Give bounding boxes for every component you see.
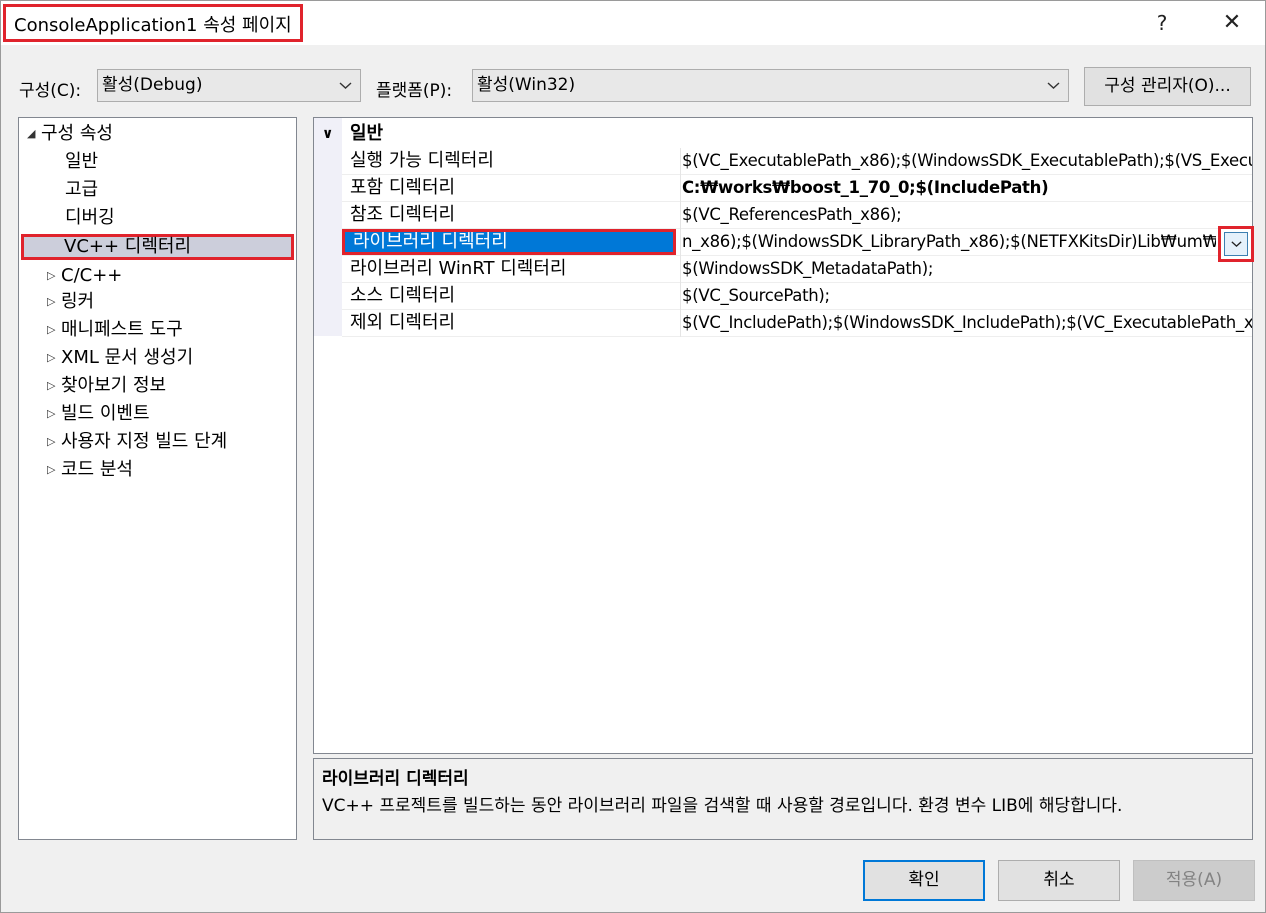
column-divider bbox=[680, 148, 681, 175]
property-name: 라이브러리 WinRT 디렉터리 bbox=[350, 258, 567, 279]
property-row-include-dirs[interactable]: 포함 디렉터리 C:₩works₩boost_1_70_0;$(IncludeP… bbox=[342, 175, 1252, 202]
title-bar: ConsoleApplication1 속성 페이지 ? ✕ bbox=[1, 1, 1265, 45]
column-divider bbox=[680, 202, 681, 229]
collapsed-arrow-icon[interactable]: ▷ bbox=[47, 457, 61, 483]
collapsed-arrow-icon[interactable]: ▷ bbox=[47, 317, 61, 343]
collapsed-arrow-icon[interactable]: ▷ bbox=[47, 345, 61, 371]
property-row-library-dirs[interactable]: 라이브러리 디렉터리 n_x86);$(WindowsSDK_LibraryPa… bbox=[342, 229, 1252, 256]
collapsed-arrow-icon[interactable]: ▷ bbox=[47, 373, 61, 399]
config-combo-value: 활성(Debug) bbox=[102, 75, 203, 95]
property-row-executable-dirs[interactable]: 실행 가능 디렉터리 $(VC_ExecutablePath_x86);$(Wi… bbox=[342, 148, 1252, 175]
tree-item-vc-directories[interactable]: VC++ 디렉터리 bbox=[21, 234, 294, 260]
property-name: 포함 디렉터리 bbox=[350, 177, 456, 198]
tree-item-cpp[interactable]: ▷ C/C++ bbox=[47, 263, 122, 289]
tree-item-code-analysis[interactable]: ▷ 코드 분석 bbox=[47, 457, 133, 483]
property-grid[interactable]: ∨ 일반 실행 가능 디렉터리 $(VC_ExecutablePath_x86)… bbox=[313, 117, 1254, 754]
config-label: 구성(C): bbox=[19, 81, 82, 101]
window-title: ConsoleApplication1 속성 페이지 bbox=[3, 4, 303, 42]
property-name: 소스 디렉터리 bbox=[350, 285, 456, 306]
tree-item-advanced[interactable]: 고급 bbox=[65, 177, 98, 203]
tree-item-label: 링커 bbox=[61, 291, 95, 312]
tree-item-debugging[interactable]: 디버깅 bbox=[65, 205, 115, 231]
chevron-down-icon[interactable] bbox=[1224, 232, 1248, 256]
property-name: 라이브러리 디렉터리 bbox=[342, 229, 676, 255]
help-icon[interactable]: ? bbox=[1139, 1, 1185, 45]
tree-root-config-properties[interactable]: ◢ 구성 속성 bbox=[27, 121, 113, 147]
tree-item-linker[interactable]: ▷ 링커 bbox=[47, 289, 94, 315]
value-dropdown-button[interactable] bbox=[1218, 226, 1254, 262]
collapsed-arrow-icon[interactable]: ▷ bbox=[47, 289, 61, 315]
ok-button[interactable]: 확인 bbox=[863, 860, 985, 901]
tree-item-label: C/C++ bbox=[61, 265, 123, 286]
config-combo[interactable]: 활성(Debug) bbox=[97, 69, 361, 102]
property-name: 제외 디렉터리 bbox=[350, 312, 456, 333]
column-divider bbox=[680, 229, 681, 256]
tree-item-custom-build-step[interactable]: ▷ 사용자 지정 빌드 단계 bbox=[47, 429, 227, 455]
collapsed-arrow-icon[interactable]: ▷ bbox=[47, 429, 61, 455]
category-label: 일반 bbox=[350, 123, 384, 144]
description-text: VC++ 프로젝트를 빌드하는 동안 라이브러리 파일을 검색할 때 사용할 경… bbox=[322, 796, 1123, 816]
property-value[interactable]: $(VC_IncludePath);$(WindowsSDK_IncludePa… bbox=[682, 310, 1252, 336]
column-divider bbox=[680, 283, 681, 310]
property-row-reference-dirs[interactable]: 참조 디렉터리 $(VC_ReferencesPath_x86); bbox=[342, 202, 1252, 229]
property-value[interactable]: n_x86);$(WindowsSDK_LibraryPath_x86);$(N… bbox=[682, 232, 1216, 251]
property-name: 참조 디렉터리 bbox=[350, 204, 456, 225]
column-divider bbox=[680, 310, 681, 337]
config-manager-button[interactable]: 구성 관리자(O)... bbox=[1084, 67, 1251, 106]
tree-item-label: 찾아보기 정보 bbox=[61, 375, 167, 396]
cancel-button[interactable]: 취소 bbox=[998, 860, 1120, 901]
property-value[interactable]: C:₩works₩boost_1_70_0;$(IncludePath) bbox=[682, 175, 1252, 201]
description-panel: 라이브러리 디렉터리 VC++ 프로젝트를 빌드하는 동안 라이브러리 파일을 … bbox=[313, 758, 1253, 840]
property-tree[interactable]: ◢ 구성 속성 일반 고급 디버깅 VC++ 디렉터리 ▷ C/C++ ▷ 링커 ▷ 매… bbox=[18, 117, 297, 840]
grid-gutter bbox=[314, 118, 342, 336]
tree-item-label: 구성 속성 bbox=[41, 123, 113, 144]
column-divider bbox=[680, 175, 681, 202]
tree-item-label: 사용자 지정 빌드 단계 bbox=[61, 431, 228, 452]
property-value[interactable]: $(VC_ReferencesPath_x86); bbox=[682, 202, 1252, 228]
property-row-winrt-library-dirs[interactable]: 라이브러리 WinRT 디렉터리 $(WindowsSDK_MetadataPa… bbox=[342, 256, 1252, 283]
description-title: 라이브러리 디렉터리 bbox=[322, 769, 469, 789]
category-general[interactable]: ∨ 일반 bbox=[314, 121, 1252, 147]
tree-item-label: 코드 분석 bbox=[61, 459, 133, 480]
tree-item-xml-doc-generator[interactable]: ▷ XML 문서 생성기 bbox=[47, 345, 193, 371]
property-row-exclude-dirs[interactable]: 제외 디렉터리 $(VC_IncludePath);$(WindowsSDK_I… bbox=[342, 310, 1252, 337]
platform-combo[interactable]: 활성(Win32) bbox=[472, 69, 1069, 102]
collapsed-arrow-icon[interactable]: ▷ bbox=[47, 401, 61, 427]
chevron-down-icon bbox=[1046, 70, 1060, 101]
chevron-down-icon[interactable]: ∨ bbox=[322, 121, 333, 147]
tree-item-label: 매니페스트 도구 bbox=[61, 319, 183, 340]
tree-item-manifest-tool[interactable]: ▷ 매니페스트 도구 bbox=[47, 317, 183, 343]
platform-label: 플랫폼(P): bbox=[376, 81, 453, 101]
property-value[interactable]: $(VC_ExecutablePath_x86);$(WindowsSDK_Ex… bbox=[682, 148, 1252, 174]
chevron-down-icon bbox=[338, 70, 352, 101]
expanded-arrow-icon[interactable]: ◢ bbox=[27, 121, 41, 147]
tree-item-general[interactable]: 일반 bbox=[65, 149, 98, 175]
apply-button[interactable]: 적용(A) bbox=[1133, 860, 1255, 901]
tree-item-label: VC++ 디렉터리 bbox=[64, 236, 192, 257]
close-icon[interactable]: ✕ bbox=[1209, 1, 1255, 45]
tree-item-label: XML 문서 생성기 bbox=[61, 347, 194, 368]
tree-item-build-events[interactable]: ▷ 빌드 이벤트 bbox=[47, 401, 150, 427]
property-value[interactable]: $(WindowsSDK_MetadataPath); bbox=[682, 256, 1252, 282]
column-divider bbox=[680, 256, 681, 283]
tree-item-label: 빌드 이벤트 bbox=[61, 403, 150, 424]
collapsed-arrow-icon[interactable]: ▷ bbox=[47, 263, 61, 289]
property-value[interactable]: $(VC_SourcePath); bbox=[682, 283, 1252, 309]
platform-combo-value: 활성(Win32) bbox=[477, 75, 576, 95]
property-pages-dialog: ConsoleApplication1 속성 페이지 ? ✕ 구성(C): 활성… bbox=[0, 0, 1266, 913]
property-row-source-dirs[interactable]: 소스 디렉터리 $(VC_SourcePath); bbox=[342, 283, 1252, 310]
property-name: 실행 가능 디렉터리 bbox=[350, 150, 494, 171]
property-value-editor[interactable]: n_x86);$(WindowsSDK_LibraryPath_x86);$(N… bbox=[682, 229, 1216, 255]
tree-item-browse-info[interactable]: ▷ 찾아보기 정보 bbox=[47, 373, 166, 399]
